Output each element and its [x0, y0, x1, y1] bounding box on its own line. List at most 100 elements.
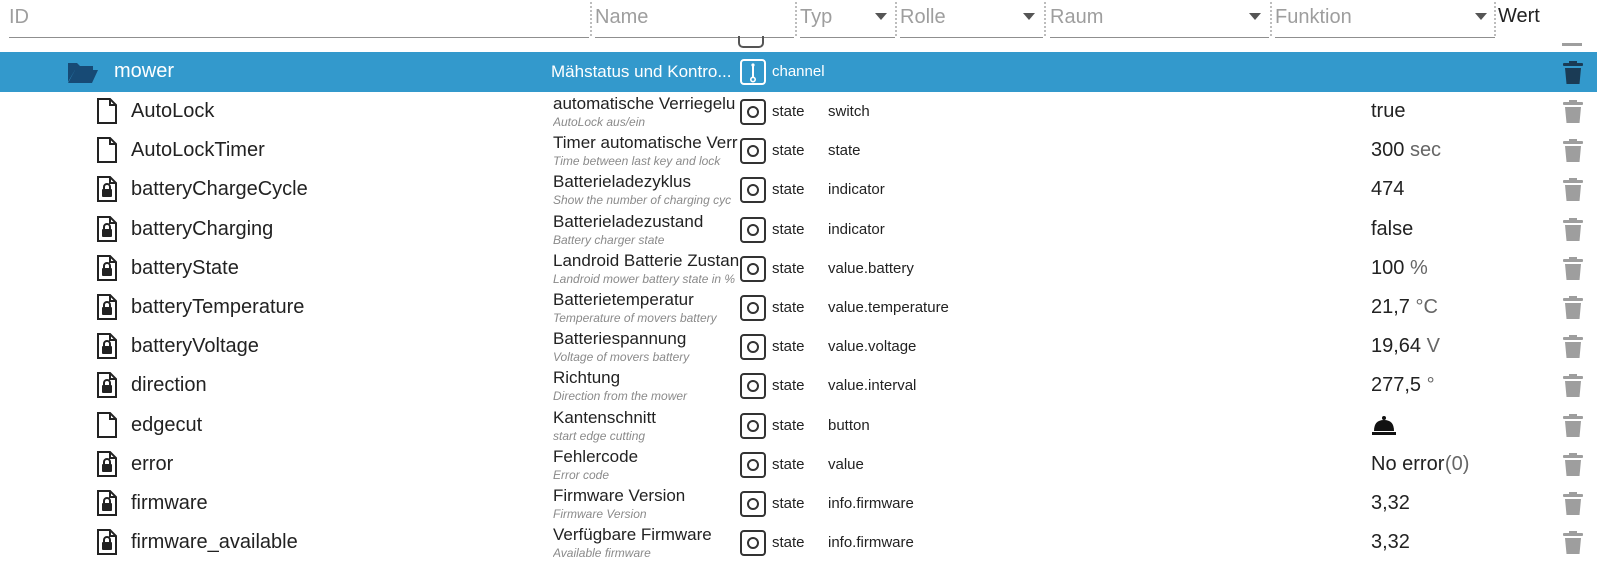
state-type-icon: [740, 138, 766, 165]
trash-icon[interactable]: [1562, 413, 1584, 443]
filter-function-select[interactable]: Funktion: [1275, 0, 1495, 38]
state-type: state: [772, 416, 805, 434]
file-icon: [96, 137, 118, 168]
value-column-header: Wert: [1498, 5, 1540, 27]
state-type: state: [772, 142, 805, 160]
trash-icon[interactable]: [1562, 139, 1584, 168]
trash-icon[interactable]: [1562, 256, 1584, 286]
filter-room-select[interactable]: Raum: [1050, 0, 1269, 38]
state-id: AutoLockTimer: [131, 139, 265, 162]
state-name: automatische Verriegelu: [553, 94, 736, 113]
tree-row-AutoLock[interactable]: AutoLock automatische Verriegelu AutoLoc…: [0, 92, 1597, 132]
trash-icon[interactable]: [1562, 61, 1584, 90]
state-description: Direction from the mower: [553, 389, 688, 404]
tree-row-AutoLockTimer[interactable]: AutoLockTimer Timer automatische Verr Ti…: [0, 131, 1597, 171]
state-id: batteryCharging: [131, 217, 274, 240]
filter-room-label: Raum: [1050, 6, 1104, 28]
tree-row-channel-mower[interactable]: mower Mähstatus und Kontro... channel: [0, 52, 1597, 92]
folder-open-icon[interactable]: [67, 60, 99, 89]
state-value[interactable]: 100 %: [1371, 257, 1428, 280]
state-description: Time between last key and lock: [553, 154, 721, 169]
state-id: batteryChargeCycle: [131, 178, 308, 201]
state-id: firmware_available: [131, 531, 298, 554]
state-value[interactable]: No error (0): [1371, 453, 1469, 476]
state-description: Temperature of movers battery: [553, 311, 717, 325]
channel-name: Mähstatus und Kontro...: [551, 62, 732, 81]
chevron-down-icon: [1475, 13, 1487, 20]
bell-icon[interactable]: [1371, 415, 1397, 442]
tree-row-edgecut[interactable]: edgecut Kantenschnitt start edge cutting…: [0, 406, 1597, 446]
state-value[interactable]: 474: [1371, 178, 1404, 201]
locked-file-icon: [96, 254, 118, 286]
state-role: info.firmware: [828, 495, 914, 512]
partial-type-icon: [738, 36, 764, 48]
state-type-icon: [740, 412, 766, 439]
tree-row-batteryState[interactable]: batteryState Landroid Batterie Zustan La…: [0, 249, 1597, 289]
tree-row-error[interactable]: error Fehlercode Error code state value …: [0, 445, 1597, 485]
filter-role-label: Rolle: [900, 6, 946, 28]
channel-type: channel: [772, 63, 825, 80]
state-type-icon: [740, 99, 766, 125]
trash-icon[interactable]: [1562, 452, 1584, 482]
locked-file-icon: [96, 450, 118, 482]
state-name: Firmware Version: [553, 486, 686, 505]
state-role: switch: [828, 103, 870, 120]
state-description: Available firmware: [553, 546, 651, 561]
state-description: AutoLock aus/ein: [553, 115, 646, 129]
tree-row-direction[interactable]: direction Richtung Direction from the mo…: [0, 366, 1597, 406]
tree-row-batteryTemperature[interactable]: batteryTemperature Batterietemperatur Te…: [0, 288, 1597, 328]
trash-icon[interactable]: [1562, 100, 1584, 129]
trash-icon[interactable]: [1562, 374, 1584, 403]
tree-row-firmware_available[interactable]: firmware_available Verfügbare Firmware A…: [0, 523, 1597, 563]
state-value[interactable]: false: [1371, 218, 1413, 241]
state-type: state: [772, 534, 805, 552]
state-id: direction: [131, 374, 207, 397]
partial-delete-icon: [1562, 40, 1582, 46]
trash-icon[interactable]: [1562, 296, 1584, 325]
state-type-icon: [740, 295, 766, 321]
tree-row-batteryCharging[interactable]: batteryCharging Batterieladezustand Batt…: [0, 210, 1597, 250]
state-value[interactable]: 3,32: [1371, 492, 1410, 515]
state-description: Battery charger state: [553, 232, 665, 247]
locked-file-icon: [96, 529, 118, 560]
state-value[interactable]: 3,32: [1371, 531, 1410, 554]
filter-name-input[interactable]: Name: [595, 0, 794, 38]
state-value[interactable]: 21,7 °C: [1371, 296, 1438, 319]
tree-row-firmware[interactable]: firmware Firmware Version Firmware Versi…: [0, 484, 1597, 524]
trash-icon[interactable]: [1562, 217, 1584, 247]
state-description: Landroid mower battery state in %: [553, 271, 736, 286]
state-type: state: [772, 495, 805, 512]
filter-role-select[interactable]: Rolle: [900, 0, 1043, 38]
filter-id-input[interactable]: ID: [9, 0, 589, 38]
filter-header: ID Name Typ Rolle Raum Funktion Wert: [0, 0, 1597, 50]
trash-icon[interactable]: [1562, 178, 1584, 207]
locked-file-icon: [96, 294, 118, 325]
filter-type-select[interactable]: Typ: [800, 0, 895, 38]
file-icon: [96, 98, 118, 129]
tree-row-batteryVoltage[interactable]: batteryVoltage Batteriespannung Voltage …: [0, 327, 1597, 367]
state-type-icon: [740, 491, 766, 517]
tree-row-batteryChargeCycle[interactable]: batteryChargeCycle Batterieladezyklus Sh…: [0, 170, 1597, 210]
filter-name-label: Name: [595, 6, 649, 28]
locked-file-icon: [96, 215, 118, 247]
channel-id: mower: [114, 60, 175, 82]
state-name: Batterietemperatur: [553, 290, 694, 309]
state-role: value.battery: [828, 259, 914, 277]
trash-icon[interactable]: [1562, 531, 1584, 560]
state-type: state: [772, 220, 805, 238]
state-name: Batteriespannung: [553, 329, 687, 349]
state-role: value.voltage: [828, 338, 917, 356]
state-type: state: [772, 103, 805, 120]
state-value[interactable]: 19,64 V: [1371, 335, 1440, 358]
state-description: Voltage of movers battery: [553, 350, 690, 365]
state-description: Error code: [553, 467, 610, 482]
state-type: state: [772, 299, 805, 316]
state-id: error: [131, 452, 174, 475]
state-id: batteryTemperature: [131, 296, 305, 318]
state-value[interactable]: true: [1371, 100, 1405, 123]
trash-icon[interactable]: [1562, 335, 1584, 364]
state-value[interactable]: 277,5 °: [1371, 374, 1435, 397]
trash-icon[interactable]: [1562, 492, 1584, 521]
state-value[interactable]: 300 sec: [1371, 139, 1441, 162]
file-icon: [96, 411, 118, 443]
